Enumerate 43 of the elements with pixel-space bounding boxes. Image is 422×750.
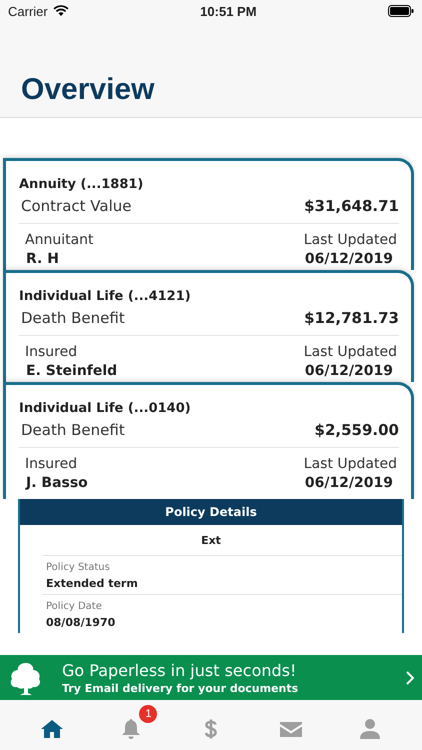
value-label: Death Benefit: [21, 309, 125, 327]
policy-card[interactable]: Annuity (...1881) Contract Value $31,648.71 Annuitant Last Updated R. H 06/12/2019: [3, 158, 414, 270]
person-name: E. Steinfeld: [26, 363, 118, 379]
updated-date: 06/12/2019: [304, 475, 393, 491]
updated-date: 06/12/2019: [304, 251, 393, 267]
person-icon: [358, 717, 382, 741]
policy-value: $2,559.00: [314, 421, 399, 439]
page-title: Overview: [21, 73, 154, 107]
wifi-icon: [52, 5, 69, 17]
person-label: Annuitant: [25, 232, 94, 248]
policy-card[interactable]: Individual Life (...0140) Death Benefit $2,559.00 Insured Last Updated J. Basso 06/12/2019: [3, 382, 414, 499]
banner-title: Go Paperless in just seconds!: [62, 660, 298, 680]
policy-title: Individual Life (...0140): [19, 401, 191, 416]
battery-icon: [388, 5, 414, 17]
updated-label: Last Updated: [304, 344, 397, 360]
person-name: J. Basso: [26, 475, 88, 491]
policy-title: Annuity (...1881): [19, 177, 144, 192]
policy-value: $12,781.73: [304, 309, 399, 327]
value-label: Death Benefit: [21, 421, 125, 439]
field-label: Policy Status: [46, 562, 111, 573]
policy-card[interactable]: Individual Life (...4121) Death Benefit $12,781.73 Insured Last Updated E. Steinfeld 06/12/2019: [3, 270, 414, 382]
updated-label: Last Updated: [304, 456, 397, 472]
policy-code: Ext: [200, 533, 222, 549]
value-label: Contract Value: [21, 197, 132, 215]
status-time: 10:51 PM: [200, 4, 257, 18]
field-label: Policy Date: [46, 601, 103, 612]
home-icon: [40, 717, 64, 741]
field-value: 08/08/1970: [46, 616, 116, 629]
paperless-banner[interactable]: Go Paperless in just seconds! Try Email delivery for your documents: [0, 655, 422, 700]
person-label: Insured: [25, 344, 78, 360]
updated-label: Last Updated: [304, 232, 397, 248]
carrier-name: Carrier: [8, 4, 48, 18]
banner-subtitle: Try Email delivery for your documents: [62, 682, 300, 694]
person-label: Insured: [25, 456, 78, 472]
field-value: Extended term: [46, 577, 139, 590]
person-name: R. H: [26, 251, 59, 267]
tab-button[interactable]: 1: [105, 705, 158, 745]
chevron-right-icon: [406, 670, 414, 684]
policy-title: Individual Life (...4121): [19, 289, 191, 304]
notification-badge: 1: [139, 705, 158, 723]
details-heading: Policy Details: [20, 499, 402, 525]
policy-value: $31,648.71: [304, 197, 399, 215]
updated-date: 06/12/2019: [304, 363, 393, 379]
